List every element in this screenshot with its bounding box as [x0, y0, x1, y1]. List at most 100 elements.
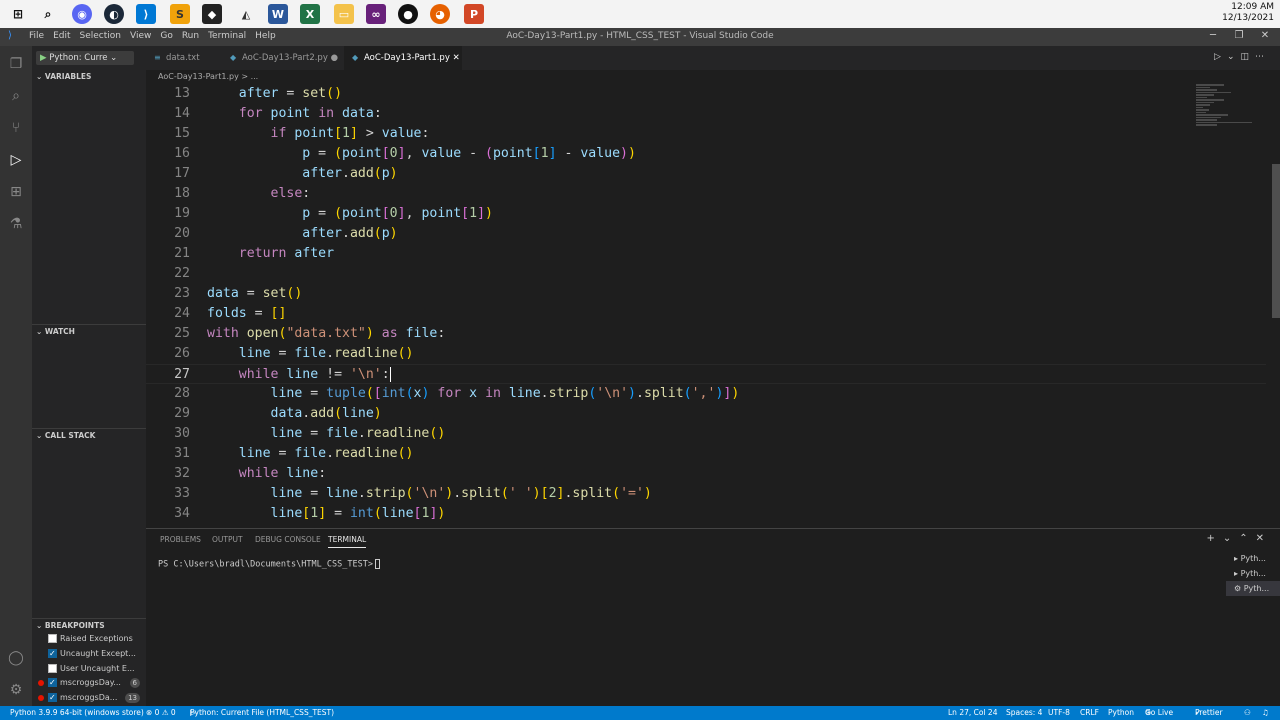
encoding[interactable]: UTF-8	[1048, 706, 1070, 720]
search-icon[interactable]: ⌕	[38, 4, 58, 24]
terminal-output[interactable]: PS C:\Users\bradl\Documents\HTML_CSS_TES…	[158, 559, 380, 570]
window-title: AoC-Day13-Part1.py - HTML_CSS_TEST - Vis…	[506, 31, 774, 41]
source-control-icon[interactable]: ⑂	[6, 118, 26, 138]
tab-output[interactable]: OUTPUT	[212, 535, 243, 544]
github-icon[interactable]: ●	[398, 4, 418, 24]
tab-data-txt[interactable]: ≡ data.txt	[146, 46, 222, 70]
maximize-panel-icon[interactable]: ⌃	[1239, 533, 1255, 544]
breakpoint-item[interactable]: mscroggsDa... 13	[36, 691, 144, 705]
code-editor[interactable]: 13 after = set() 14 for point in data: 1…	[146, 84, 1280, 528]
terminal-item[interactable]: ⚙ Pyth...	[1226, 581, 1280, 596]
visual-studio-icon[interactable]: ∞	[366, 4, 386, 24]
terminal-prompt: PS C:\Users\bradl\Documents\HTML_CSS_TES…	[158, 559, 373, 570]
terminal-label: Pyth...	[1240, 554, 1266, 563]
line-number: 30	[174, 426, 190, 441]
line-number: 16	[174, 146, 190, 161]
terminal-item[interactable]: ▸ Pyth...	[1226, 551, 1280, 566]
code-line: 31 line = file.readline()	[146, 444, 1266, 464]
line-endings[interactable]: CRLF	[1080, 706, 1099, 720]
bell-icon[interactable]: ♫	[1262, 706, 1269, 720]
more-icon[interactable]: ⋯	[1255, 52, 1270, 62]
tab-debug-console[interactable]: DEBUG CONSOLE	[255, 535, 321, 544]
folder-icon[interactable]: ▭	[334, 4, 354, 24]
python-file-icon: ◆	[352, 53, 359, 62]
split-editor-icon[interactable]: ◫	[1240, 52, 1255, 62]
line-number: 33	[174, 486, 190, 501]
python-interpreter[interactable]: Python 3.9.9 64-bit (windows store)	[10, 706, 144, 720]
editor-scrollbar[interactable]	[1272, 164, 1280, 318]
explorer-icon[interactable]: ❐	[6, 54, 26, 74]
call-stack-section[interactable]: ⌄ CALL STACK	[32, 428, 146, 442]
code-line: 29 data.add(line)	[146, 404, 1266, 424]
word-icon[interactable]: W	[268, 4, 288, 24]
watch-section[interactable]: ⌄ WATCH	[32, 324, 146, 338]
close-icon[interactable]: ✕	[1258, 30, 1272, 44]
account-icon[interactable]: ⚇	[1244, 706, 1251, 720]
chevron-down-icon[interactable]: ⌄	[1223, 533, 1239, 544]
code-line: 18 else:	[146, 184, 1266, 204]
breakpoint-item[interactable]: User Uncaught E...	[36, 662, 144, 676]
breakpoint-item[interactable]: Uncaught Except...	[36, 647, 144, 661]
variables-section[interactable]: ⌄ VARIABLES	[32, 70, 146, 84]
tab-problems[interactable]: PROBLEMS	[160, 535, 201, 544]
extensions-icon[interactable]: ⊞	[6, 182, 26, 202]
breakpoint-dot-icon	[38, 680, 44, 686]
vscode-taskbar-icon[interactable]: ⟩	[136, 4, 156, 24]
unity-icon[interactable]: ◆	[202, 4, 222, 24]
restore-icon[interactable]: ❐	[1232, 30, 1246, 44]
play-icon: ▶	[40, 53, 50, 63]
problems-count[interactable]: ⊗ 0 ⚠ 0	[146, 706, 176, 720]
run-debug-icon[interactable]: ▷	[6, 150, 26, 170]
checkbox[interactable]	[48, 647, 57, 661]
sublime-icon[interactable]: S	[170, 4, 190, 24]
checkbox[interactable]	[48, 691, 57, 705]
code-text: p = (point[0], point[1])	[302, 206, 493, 221]
breakpoint-item[interactable]: Raised Exceptions	[36, 632, 144, 646]
run-file-icon[interactable]: ▷	[1214, 52, 1227, 62]
minimap[interactable]	[1196, 84, 1266, 144]
terminal-item[interactable]: ▸ Pyth...	[1226, 566, 1280, 581]
new-terminal-icon[interactable]: +	[1206, 533, 1222, 544]
windows-start-icon[interactable]: ⊞	[8, 4, 28, 24]
system-clock[interactable]: 12:09 AM 12/13/2021	[1222, 2, 1274, 24]
firefox-icon[interactable]: ◕	[430, 4, 450, 24]
checkbox[interactable]	[48, 664, 57, 673]
minimize-icon[interactable]: ─	[1206, 30, 1220, 44]
close-panel-icon[interactable]: ✕	[1256, 533, 1272, 544]
language-mode[interactable]: Python	[1108, 706, 1134, 720]
breadcrumb[interactable]: AoC-Day13-Part1.py > ...	[146, 70, 1280, 84]
inkscape-icon[interactable]: ◭	[236, 4, 256, 24]
breakpoints-section[interactable]: ⌄ BREAKPOINTS	[32, 618, 146, 632]
breakpoint-line-badge: 13	[125, 693, 140, 703]
editor-actions: ▷⌄◫⋯	[1214, 52, 1270, 62]
tab-part1[interactable]: ◆ AoC-Day13-Part1.py ✕	[344, 46, 462, 70]
code-line: 26 line = file.readline()	[146, 344, 1266, 364]
breakpoint-label: User Uncaught E...	[60, 664, 135, 673]
discord-icon[interactable]: ◉	[72, 4, 92, 24]
line-number: 28	[174, 386, 190, 401]
settings-gear-icon[interactable]: ⚙	[6, 680, 26, 700]
breakpoint-item[interactable]: mscroggsDay... 6	[36, 676, 144, 690]
code-line: 14 for point in data:	[146, 104, 1266, 124]
tab-label: data.txt	[166, 53, 200, 63]
excel-icon[interactable]: X	[300, 4, 320, 24]
checkbox[interactable]	[48, 634, 57, 643]
steam-icon[interactable]: ◐	[104, 4, 124, 24]
powerpoint-icon[interactable]: P	[464, 4, 484, 24]
tab-part2[interactable]: ◆ AoC-Day13-Part2.py ●	[222, 46, 344, 70]
cursor-position[interactable]: Ln 27, Col 24	[948, 706, 997, 720]
code-text: with open("data.txt") as file:	[207, 326, 446, 341]
code-line: 33 line = line.strip('\n').split(' ')[2]…	[146, 484, 1266, 504]
code-line: 30 line = file.readline()	[146, 424, 1266, 444]
checkbox[interactable]	[48, 676, 57, 690]
indentation[interactable]: Spaces: 4	[1006, 706, 1042, 720]
testing-icon[interactable]: ⚗	[6, 214, 26, 234]
close-tab-icon[interactable]: ✕	[453, 53, 460, 63]
line-number: 15	[174, 126, 190, 141]
tab-terminal[interactable]: TERMINAL	[328, 535, 367, 548]
code-line: 21 return after	[146, 244, 1266, 264]
chevron-down-icon[interactable]: ⌄	[1227, 52, 1241, 62]
run-config-select[interactable]: ▶ Python: Curre ⌄	[36, 51, 134, 65]
search-icon[interactable]: ⌕	[6, 86, 26, 106]
account-icon[interactable]: ◯	[6, 648, 26, 668]
